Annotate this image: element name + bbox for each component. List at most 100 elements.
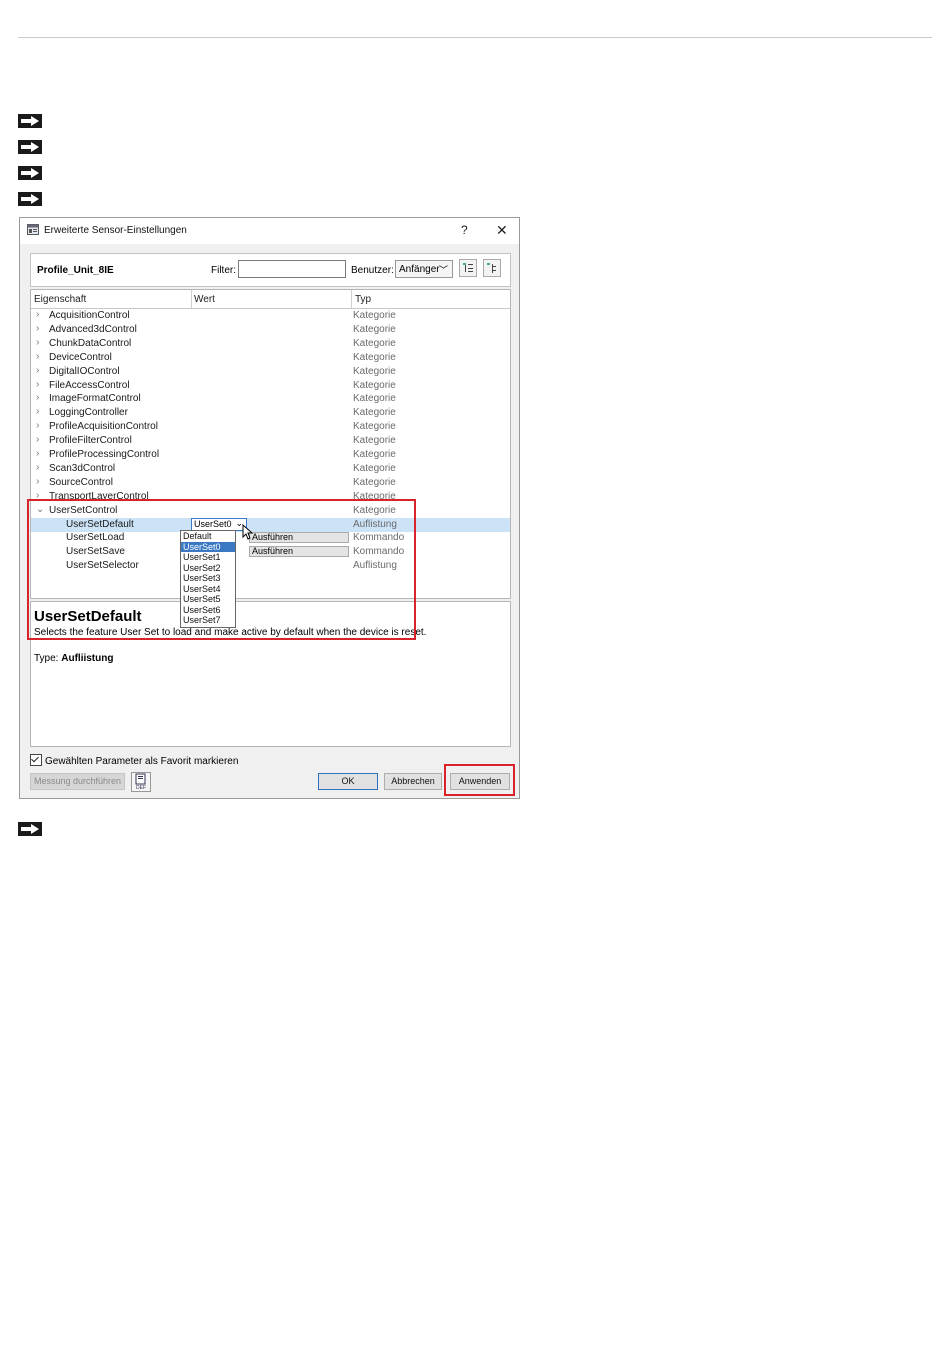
grid-row[interactable]: › FileAccessControl Kategorie: [31, 379, 510, 393]
row-type: Kategorie: [353, 365, 396, 377]
grid-row[interactable]: › TransportLayerControl Kategorie: [31, 490, 510, 504]
step-arrow-icon: [18, 166, 42, 180]
header-rule: [18, 37, 932, 38]
def-settings-button[interactable]: DEF: [131, 772, 151, 792]
execute-button[interactable]: Ausführen: [249, 532, 349, 544]
row-name: Advanced3dControl: [49, 323, 137, 335]
grid-row[interactable]: › AcquisitionControl Kategorie: [31, 309, 510, 323]
row-name: DigitalIOControl: [49, 365, 120, 377]
row-type: Kategorie: [353, 490, 396, 502]
grid-header: Eigenschaft Wert Typ: [31, 290, 510, 309]
chevron-right-icon[interactable]: ›: [36, 406, 39, 417]
user-level-select[interactable]: Anfänger ﹀: [395, 260, 453, 278]
chevron-right-icon[interactable]: ›: [36, 448, 39, 459]
grid-row[interactable]: › ProfileProcessingControl Kategorie: [31, 448, 510, 462]
dropdown-option[interactable]: UserSet0: [181, 541, 235, 552]
apply-button[interactable]: Anwenden: [450, 773, 510, 790]
step-arrow-icon: [18, 822, 42, 836]
chevron-right-icon[interactable]: ›: [36, 323, 39, 334]
column-divider[interactable]: [191, 290, 192, 308]
usersetdefault-dropdown-list[interactable]: Default UserSet0 UserSet1 UserSet2 UserSet3 U…: [180, 530, 236, 628]
row-type: Auflistung: [353, 560, 397, 572]
chevron-right-icon[interactable]: ›: [36, 476, 39, 487]
chevron-right-icon[interactable]: ›: [36, 365, 39, 376]
step-arrow-icon: [18, 192, 42, 206]
row-name: UserSetSave: [66, 546, 125, 558]
filter-input[interactable]: [238, 260, 346, 278]
measure-button[interactable]: Messung durchführen: [30, 773, 125, 790]
cancel-button[interactable]: Abbrechen: [384, 773, 442, 790]
grid-row[interactable]: › LoggingController Kategorie: [31, 406, 510, 420]
dropdown-option[interactable]: UserSet5: [181, 594, 235, 605]
grid-row[interactable]: › DigitalIOControl Kategorie: [31, 365, 510, 379]
row-type: Kategorie: [353, 393, 396, 405]
column-type[interactable]: Typ: [355, 294, 371, 305]
chevron-right-icon[interactable]: ›: [36, 309, 39, 320]
dropdown-option[interactable]: UserSet1: [181, 552, 235, 563]
row-type: Kategorie: [353, 407, 396, 419]
grid-row-child[interactable]: UserSetDefault UserSet0 ⌄ Auflistung: [31, 517, 510, 532]
execute-button[interactable]: Ausführen: [249, 546, 349, 558]
ok-button[interactable]: OK: [318, 773, 378, 790]
row-type: Kategorie: [353, 504, 396, 516]
step-arrow-icon: [18, 114, 42, 128]
chevron-right-icon[interactable]: ›: [36, 351, 39, 362]
grid-row[interactable]: ⌄ UserSetControl Kategorie: [31, 504, 510, 518]
advanced-sensor-settings-dialog: Erweiterte Sensor-Einstellungen ? ✕ Prof…: [19, 217, 520, 799]
row-name: ProfileFilterControl: [49, 435, 132, 447]
dropdown-option[interactable]: Default: [181, 531, 235, 542]
collapse-tree-button[interactable]: [483, 259, 501, 277]
chevron-right-icon[interactable]: ›: [36, 462, 39, 473]
favorite-label: Gewählten Parameter als Favorit markiere…: [45, 756, 239, 767]
help-button[interactable]: ?: [461, 223, 468, 237]
chevron-right-icon[interactable]: ›: [36, 434, 39, 445]
grid-row[interactable]: › Advanced3dControl Kategorie: [31, 323, 510, 337]
grid-row-child[interactable]: UserSetSave Ausführen Kommando: [31, 545, 510, 559]
grid-row-child[interactable]: UserSetSelector Auflistung: [31, 559, 510, 573]
favorite-option[interactable]: Gewählten Parameter als Favorit markiere…: [30, 754, 238, 767]
dropdown-option[interactable]: UserSet4: [181, 584, 235, 595]
row-name: TransportLayerControl: [49, 490, 149, 502]
row-name: Scan3dControl: [49, 462, 116, 474]
row-type: Kategorie: [353, 379, 396, 391]
grid-row[interactable]: › ProfileAcquisitionControl Kategorie: [31, 420, 510, 434]
description-type-label: Type:: [34, 653, 59, 664]
row-name: ChunkDataControl: [49, 337, 132, 349]
grid-row[interactable]: › ChunkDataControl Kategorie: [31, 337, 510, 351]
chevron-right-icon[interactable]: ›: [36, 490, 39, 501]
usersetdefault-select[interactable]: UserSet0 ⌄: [191, 517, 247, 531]
close-button[interactable]: ✕: [496, 222, 508, 239]
row-name: LoggingController: [49, 407, 128, 419]
grid-row[interactable]: › ImageFormatControl Kategorie: [31, 392, 510, 406]
chevron-right-icon[interactable]: ›: [36, 337, 39, 348]
dropdown-option[interactable]: UserSet6: [181, 605, 235, 616]
def-document-icon: DEF: [135, 773, 146, 791]
grid-row[interactable]: › Scan3dControl Kategorie: [31, 462, 510, 476]
row-name: FileAccessControl: [49, 379, 130, 391]
chevron-down-icon[interactable]: ⌄: [36, 504, 44, 515]
chevron-right-icon[interactable]: ›: [36, 392, 39, 403]
grid-row-child[interactable]: UserSetLoad Ausführen Kommando: [31, 531, 510, 545]
collapse-tree-icon: [487, 263, 496, 273]
dropdown-option[interactable]: UserSet7: [181, 615, 235, 626]
column-divider[interactable]: [351, 290, 352, 308]
app-icon: [27, 224, 39, 235]
grid-row[interactable]: › ProfileFilterControl Kategorie: [31, 434, 510, 448]
row-name: UserSetSelector: [66, 560, 139, 572]
dropdown-option[interactable]: UserSet2: [181, 563, 235, 574]
favorite-checkbox[interactable]: [30, 754, 42, 766]
grid-row[interactable]: › DeviceControl Kategorie: [31, 351, 510, 365]
mouse-cursor-icon: [242, 524, 254, 540]
dropdown-option[interactable]: UserSet3: [181, 573, 235, 584]
column-property[interactable]: Eigenschaft: [34, 294, 86, 305]
row-type: Kategorie: [353, 435, 396, 447]
chevron-right-icon[interactable]: ›: [36, 379, 39, 390]
row-name: SourceControl: [49, 476, 113, 488]
description-title: UserSetDefault: [34, 608, 142, 625]
description-text: Selects the feature User Set to load and…: [34, 627, 427, 638]
sort-tree-button[interactable]: [459, 259, 477, 277]
chevron-right-icon[interactable]: ›: [36, 420, 39, 431]
column-value[interactable]: Wert: [194, 294, 215, 305]
grid-row[interactable]: › SourceControl Kategorie: [31, 476, 510, 490]
row-name: UserSetLoad: [66, 532, 125, 544]
